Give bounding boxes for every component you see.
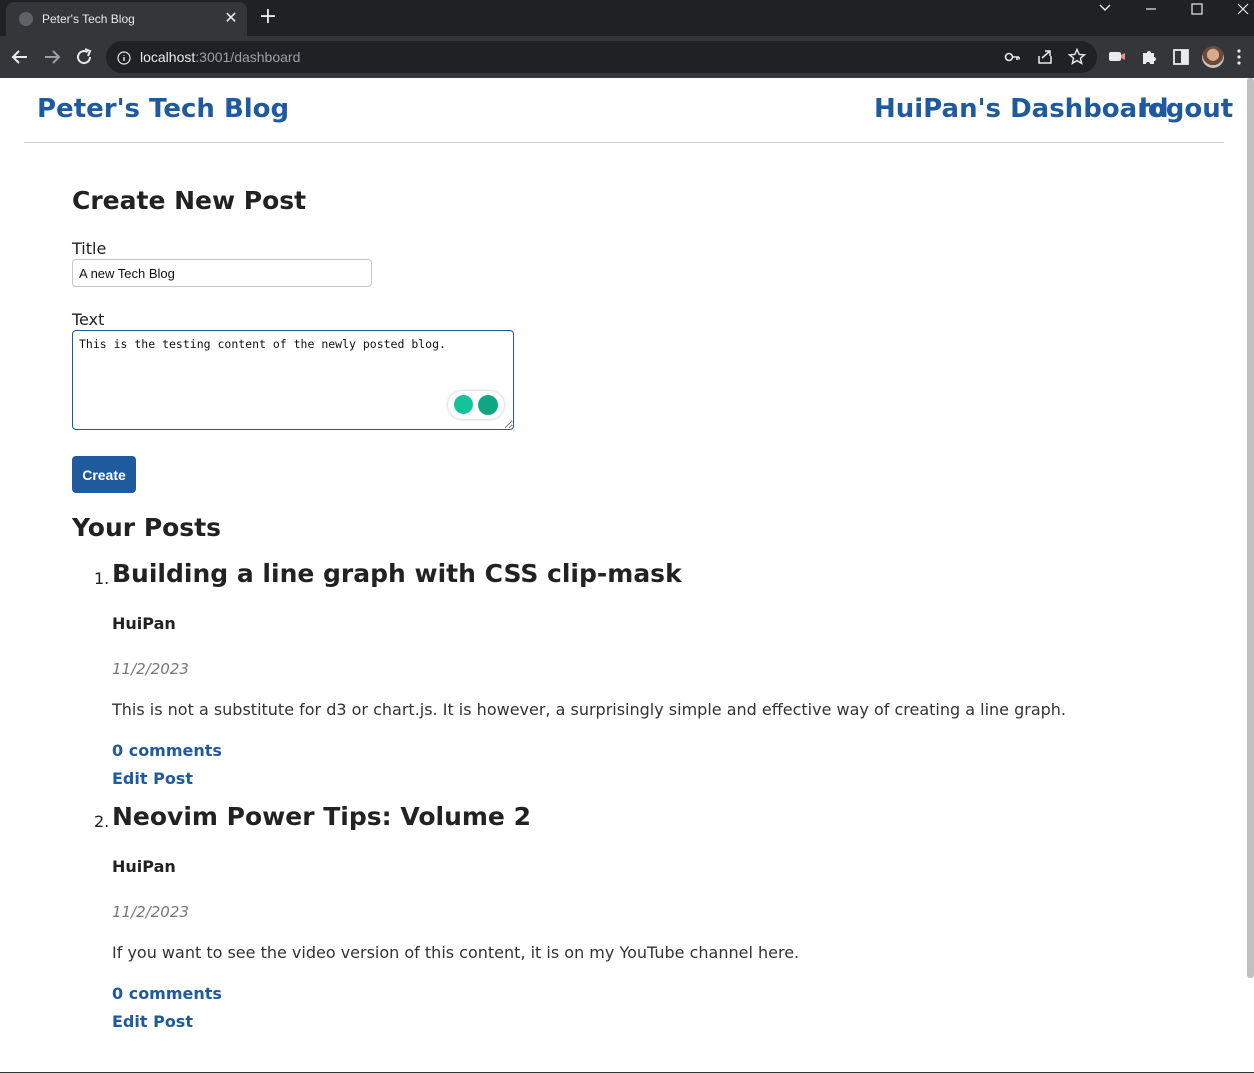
post-title: Building a line graph with CSS clip-mask [112, 559, 682, 588]
browser-toolbar: localhost:3001/dashboard 1 [0, 36, 1254, 107]
create-post-heading: Create New Post [72, 186, 307, 215]
browser-titlebar: Peter's Tech Blog ✕ + [0, 0, 1254, 36]
globe-icon [19, 12, 33, 26]
tab-title: Peter's Tech Blog [42, 12, 135, 26]
title-input[interactable] [72, 259, 372, 287]
logout-link[interactable]: logout [1139, 94, 1233, 124]
share-icon[interactable] [1035, 47, 1055, 67]
title-label: Title [72, 239, 107, 258]
post-number: 1. [94, 569, 110, 588]
lightbulb-icon[interactable] [454, 395, 473, 414]
post-title: Neovim Power Tips: Volume 2 [112, 802, 531, 831]
close-tab-icon[interactable]: ✕ [222, 9, 240, 27]
more-menu-icon[interactable] [1236, 47, 1254, 67]
post-number: 2. [94, 812, 110, 831]
new-tab-icon[interactable]: + [257, 6, 279, 28]
side-panel-icon[interactable] [1171, 47, 1191, 67]
post-date: 11/2/2023 [112, 660, 189, 678]
edit-post-link[interactable]: Edit Post [112, 1012, 193, 1031]
reload-icon[interactable] [72, 45, 96, 69]
text-input[interactable]: This is the testing content of the newly… [72, 330, 514, 430]
post-comments-link[interactable]: 0 comments [112, 741, 222, 760]
your-posts-heading: Your Posts [72, 513, 222, 542]
grammarly-icon[interactable] [478, 395, 498, 415]
post-date: 11/2/2023 [112, 903, 189, 921]
browser-tab[interactable]: Peter's Tech Blog ✕ [6, 2, 247, 36]
grammarly-widget[interactable] [448, 391, 504, 419]
edit-post-link[interactable]: Edit Post [112, 769, 193, 788]
page-content: Peter's Tech Blog HuiPan's Dashboard log… [0, 78, 1254, 1073]
post-comments-link[interactable]: 0 comments [112, 984, 222, 1003]
post-body: This is not a substitute for d3 or chart… [112, 700, 1067, 719]
post-body: If you want to see the video version of … [112, 943, 800, 962]
post-author: HuiPan [112, 857, 176, 876]
bookmark-star-icon[interactable] [1067, 47, 1087, 67]
tab-search-icon[interactable] [1082, 0, 1128, 32]
create-button[interactable]: Create [72, 456, 136, 493]
info-icon[interactable] [117, 50, 131, 65]
url-text: localhost:3001/dashboard [140, 49, 301, 65]
dashboard-link[interactable]: HuiPan's Dashboard [874, 94, 1169, 124]
site-header: Peter's Tech Blog HuiPan's Dashboard log… [24, 78, 1233, 143]
minimize-icon[interactable] [1128, 0, 1174, 32]
forward-icon[interactable] [40, 45, 64, 69]
profile-avatar[interactable] [1202, 46, 1224, 68]
close-window-icon[interactable] [1220, 0, 1254, 32]
site-brand-link[interactable]: Peter's Tech Blog [37, 94, 289, 124]
extension-camera-icon[interactable] [1107, 47, 1127, 67]
text-label: Text [72, 310, 105, 329]
back-icon[interactable] [8, 45, 32, 69]
maximize-icon[interactable] [1174, 0, 1220, 32]
address-bar[interactable]: localhost:3001/dashboard [106, 41, 1097, 73]
post-author: HuiPan [112, 614, 176, 633]
puzzle-icon[interactable] [1139, 47, 1159, 67]
page-scrollbar[interactable] [1247, 78, 1254, 978]
key-icon[interactable] [1003, 47, 1023, 67]
